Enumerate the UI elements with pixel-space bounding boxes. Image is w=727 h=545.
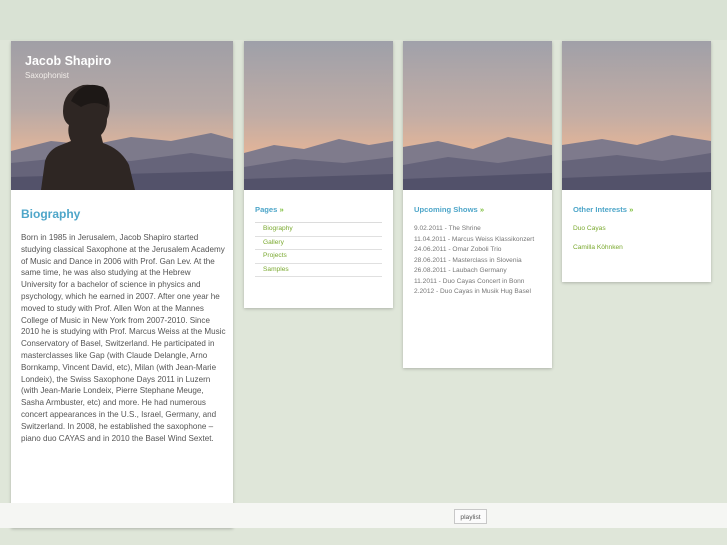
- list-item: 24.06.2011 - Omar Zoboli Trio: [414, 246, 502, 253]
- landscape-photo: [403, 41, 552, 190]
- pages-list: Biography Gallery Projects Samples: [255, 222, 382, 277]
- list-item: 26.08.2011 - Laubach Germany: [414, 267, 507, 274]
- list-item: Gallery: [255, 237, 382, 250]
- interests-heading[interactable]: Other Interests »: [573, 205, 633, 214]
- link-projects[interactable]: Projects: [263, 252, 287, 259]
- chevron-right-icon: »: [479, 205, 485, 214]
- playlist-button[interactable]: playlist: [454, 509, 487, 524]
- shows-list: 9.02.2011 - The Shrine 11.04.2011 - Marc…: [414, 224, 544, 298]
- hero-photo: Jacob Shapiro Saxophonist: [11, 41, 233, 190]
- list-item: Duo Cayas: [573, 224, 623, 235]
- list-item: 11.2011 - Duo Cayas Concert in Bonn: [414, 277, 525, 285]
- biography-title: Biography: [21, 207, 81, 221]
- list-item: Projects: [255, 250, 382, 264]
- list-item: Camilla Köhnken: [573, 243, 623, 254]
- link-duo-cayas[interactable]: Duo Cayas: [573, 225, 606, 232]
- shows-card: Upcoming Shows » 9.02.2011 - The Shrine …: [403, 41, 552, 368]
- link-biography[interactable]: Biography: [263, 225, 293, 232]
- chevron-right-icon: »: [279, 205, 284, 214]
- interests-card: Other Interests » Duo Cayas Camilla Köhn…: [562, 41, 711, 282]
- link-samples[interactable]: Samples: [263, 266, 289, 273]
- link-camilla-kohnken[interactable]: Camilla Köhnken: [573, 244, 623, 251]
- list-item: 11.04.2011 - Marcus Weiss Klassikonzert: [414, 235, 535, 243]
- list-item: Samples: [255, 264, 382, 277]
- bottom-bar: [0, 503, 727, 528]
- link-gallery[interactable]: Gallery: [263, 239, 284, 246]
- biography-card: Jacob Shapiro Saxophonist Biography Born…: [11, 41, 233, 528]
- interests-heading-label: Other Interests: [573, 205, 628, 214]
- list-item: 28.06.2011 - Masterclass in Slovenia: [414, 256, 522, 264]
- shows-heading[interactable]: Upcoming Shows »: [414, 205, 484, 214]
- shows-heading-label: Upcoming Shows: [414, 205, 478, 214]
- pages-heading[interactable]: Pages »: [255, 205, 284, 214]
- interests-list: Duo Cayas Camilla Köhnken: [573, 224, 623, 261]
- list-item: 9.02.2011 - The Shrine: [414, 225, 481, 232]
- artist-role: Saxophonist: [25, 71, 70, 80]
- list-item: 2.2012 - Duo Cayas in Musik Hug Basel: [414, 288, 531, 295]
- pages-heading-label: Pages: [255, 205, 278, 214]
- landscape-photo: [244, 41, 393, 190]
- top-band: [0, 0, 727, 40]
- biography-text: Born in 1985 in Jerusalem, Jacob Shapiro…: [21, 233, 226, 443]
- list-item: Biography: [255, 223, 382, 237]
- chevron-right-icon: »: [629, 205, 634, 214]
- artist-name: Jacob Shapiro: [25, 54, 112, 68]
- pages-card: Pages » Biography Gallery Projects Sampl…: [244, 41, 393, 308]
- landscape-photo: [562, 41, 711, 190]
